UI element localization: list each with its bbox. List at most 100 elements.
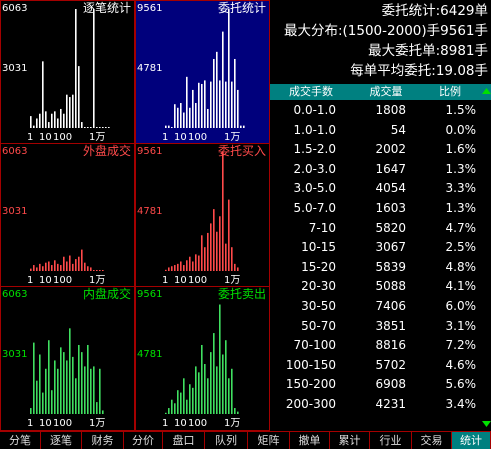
tab-4[interactable]: 盘口 <box>163 432 205 449</box>
histogram-bar <box>93 9 95 128</box>
histogram-bar <box>33 265 35 271</box>
y-axis-mid-label: 4781 <box>137 63 163 74</box>
column-header-ratio[interactable]: 比例 <box>420 84 480 100</box>
tab-1[interactable]: 逐笔 <box>41 432 82 449</box>
panel-outer-volume[interactable]: 外盘成交 6063 3031 1 10 100 1万 <box>0 143 135 288</box>
lot-range-cell: 10-15 <box>301 240 336 255</box>
histogram-bar <box>186 76 188 128</box>
table-row[interactable]: 2.0-3.0 1647 1.3% <box>270 160 480 179</box>
table-row[interactable]: 10-15 3067 2.5% <box>270 238 480 257</box>
histogram-bar <box>75 378 77 414</box>
y-axis-max-label: 6063 <box>2 289 28 300</box>
table-row[interactable]: 3.0-5.0 4054 3.3% <box>270 179 480 198</box>
histogram-bar <box>219 80 221 128</box>
tab-9[interactable]: 行业 <box>370 432 412 449</box>
histogram-bar <box>237 89 239 128</box>
histogram-bar <box>174 104 176 128</box>
ratio-cell: 1.3% <box>445 161 477 176</box>
histogram-bar <box>99 270 101 271</box>
histogram-bar <box>33 342 35 414</box>
table-row[interactable]: 1.5-2.0 2002 1.6% <box>270 140 480 159</box>
tab-5[interactable]: 队列 <box>205 432 248 449</box>
x-tick-label: 10 <box>39 418 52 429</box>
histogram-bar <box>192 261 194 271</box>
histogram-bar <box>57 368 59 414</box>
panel-order-buy[interactable]: 委托买入 9561 4781 1 10 100 1万 <box>135 143 270 288</box>
tab-7[interactable]: 撤单 <box>290 432 330 449</box>
order-count-text: 委托统计:6429单 <box>381 3 488 19</box>
histogram-bar <box>69 255 71 271</box>
tab-10[interactable]: 交易 <box>412 432 452 449</box>
histogram-bar <box>237 267 239 271</box>
table-header: 成交手数 成交量 比例 <box>270 84 491 100</box>
volume-cell: 5702 <box>375 357 406 372</box>
table-row[interactable]: 5.0-7.0 1603 1.3% <box>270 199 480 218</box>
x-tick-label: 100 <box>53 275 73 286</box>
histogram-bar <box>234 58 236 129</box>
lot-range-cell: 70-100 <box>293 338 336 353</box>
histogram-bar <box>234 263 236 271</box>
volume-cell: 5820 <box>375 220 406 235</box>
x-tick-label: 10 <box>39 275 52 286</box>
lot-range-cell: 100-150 <box>285 357 336 372</box>
tab-3[interactable]: 分价 <box>124 432 163 449</box>
histogram-bar <box>78 66 80 128</box>
histogram-bar <box>42 61 44 128</box>
histogram-bar <box>102 410 104 414</box>
table-row[interactable]: 50-70 3851 3.1% <box>270 317 480 336</box>
histogram-bar <box>39 113 41 128</box>
table-row[interactable]: 15-20 5839 4.8% <box>270 258 480 277</box>
histogram-bar <box>207 232 209 271</box>
y-axis-mid-label: 3031 <box>2 63 28 74</box>
tab-8[interactable]: 累计 <box>330 432 370 449</box>
lot-range-cell: 15-20 <box>301 259 336 274</box>
histogram-bar <box>63 256 65 271</box>
table-row[interactable]: 150-200 6908 5.6% <box>270 375 480 394</box>
histogram-bar <box>189 107 191 128</box>
histogram-bar <box>84 262 86 271</box>
x-tick-label: 1 <box>27 275 34 286</box>
column-header-volume[interactable]: 成交量 <box>352 84 420 100</box>
histogram-bar <box>54 111 56 128</box>
histogram-bar <box>48 340 50 414</box>
panel-title: 外盘成交 <box>82 144 131 158</box>
table-row[interactable]: 100-150 5702 4.6% <box>270 356 480 375</box>
histogram-bar <box>75 259 77 271</box>
tab-0[interactable]: 分笔 <box>0 432 41 449</box>
table-row[interactable]: 20-30 5088 4.1% <box>270 277 480 296</box>
tab-2[interactable]: 财务 <box>82 432 124 449</box>
panel-tick-stats[interactable]: 逐笔统计 6063 3031 1 10 100 1万 <box>0 0 135 145</box>
scroll-down-icon[interactable] <box>482 421 491 427</box>
histogram-bar <box>168 267 170 271</box>
table-row[interactable]: 70-100 8816 7.2% <box>270 336 480 355</box>
histogram-bar <box>183 378 185 414</box>
panel-order-stats[interactable]: 委托统计 9561 4781 1 10 100 1万 <box>135 0 270 145</box>
histogram-bar <box>45 368 47 414</box>
histogram-bar <box>177 263 179 271</box>
histogram-bar <box>39 263 41 271</box>
table-row[interactable]: 0.0-1.0 1808 1.5% <box>270 101 480 120</box>
x-tick-label: 100 <box>53 132 73 143</box>
scroll-up-icon[interactable] <box>482 88 491 94</box>
y-axis-max-label: 9561 <box>137 289 163 300</box>
histogram-bar <box>96 270 98 271</box>
tab-11[interactable]: 统计 <box>452 432 491 449</box>
histogram-bar <box>198 255 200 271</box>
histogram-bar <box>84 127 86 128</box>
tab-6[interactable]: 矩阵 <box>248 432 290 449</box>
ratio-cell: 4.8% <box>445 259 477 274</box>
histogram-bar <box>222 152 224 271</box>
ratio-cell: 1.5% <box>445 103 477 117</box>
table-row[interactable]: 200-300 4231 3.4% <box>270 395 480 414</box>
histogram-bar <box>186 260 188 271</box>
x-tick-label: 1 <box>27 132 34 143</box>
table-row[interactable]: 1.0-1.0 54 0.0% <box>270 121 480 140</box>
histogram-bar <box>204 80 206 128</box>
column-header-lot-range[interactable]: 成交手数 <box>270 84 352 100</box>
table-row[interactable]: 30-50 7406 6.0% <box>270 297 480 316</box>
table-row[interactable]: 7-10 5820 4.7% <box>270 219 480 238</box>
panel-order-sell[interactable]: 委托卖出 9561 4781 1 10 100 1万 <box>135 286 270 431</box>
panel-inner-volume[interactable]: 内盘成交 6063 3031 1 10 100 1万 <box>0 286 135 431</box>
histogram-bar <box>69 328 71 414</box>
histogram-bar <box>54 360 56 414</box>
